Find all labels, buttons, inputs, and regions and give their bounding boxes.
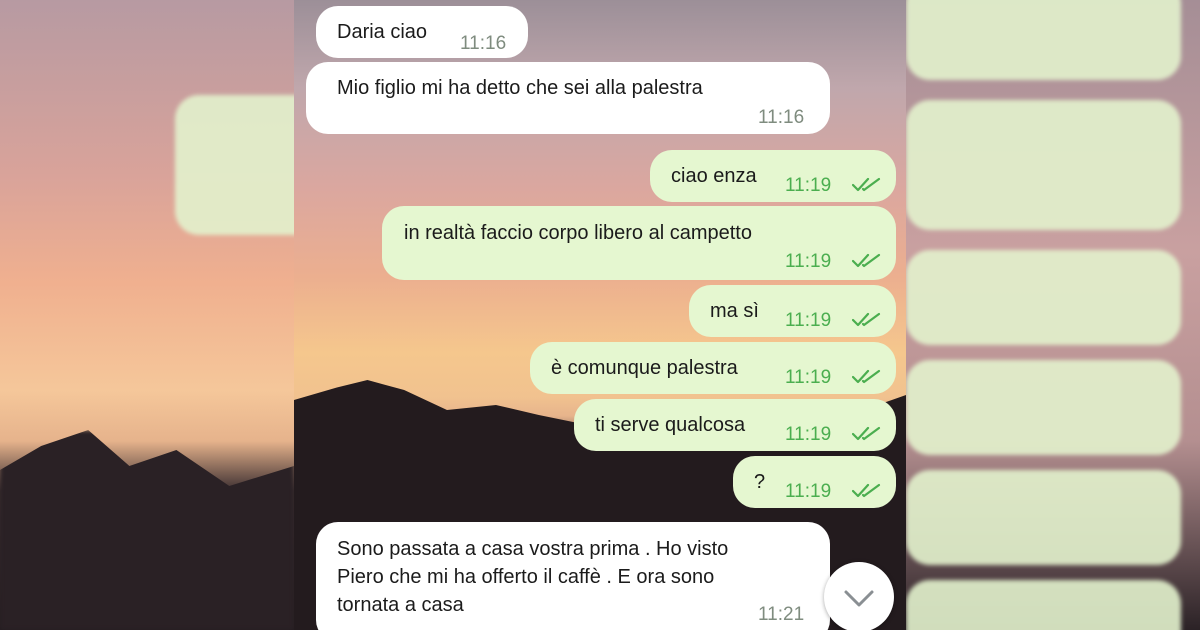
message-time: 11:19	[785, 251, 832, 272]
blurred-bubble	[906, 250, 1181, 345]
message-incoming[interactable]: Sono passata a casa vostra prima . Ho vi…	[316, 522, 830, 630]
blurred-bubble	[906, 0, 1181, 80]
blurred-background-left	[0, 0, 294, 630]
message-line: Piero che mi ha offerto il caffè . E ora…	[337, 566, 715, 588]
message-text: Daria ciao	[337, 21, 428, 43]
message-time: 11:19	[785, 424, 832, 445]
message-text: ma sì	[710, 300, 759, 322]
double-check-icon	[852, 177, 881, 192]
double-check-icon	[852, 312, 881, 327]
message-outgoing[interactable]: ? 11:19	[733, 456, 896, 508]
message-time: 11:19	[785, 481, 832, 502]
message-incoming[interactable]: Mio figlio mi ha detto che sei alla pale…	[306, 62, 830, 134]
message-time: 11:16	[460, 33, 507, 54]
chevron-down-icon	[844, 590, 874, 607]
message-text: Mio figlio mi ha detto che sei alla pale…	[337, 77, 703, 99]
message-outgoing[interactable]: ma sì 11:19	[689, 285, 896, 337]
scroll-down-button[interactable]	[824, 562, 894, 630]
message-time: 11:16	[758, 107, 805, 128]
message-line: Sono passata a casa vostra prima . Ho vi…	[337, 538, 729, 560]
chat-window[interactable]: Daria ciao 11:16 Mio figlio mi ha detto …	[294, 0, 906, 630]
message-text: ciao enza	[671, 165, 757, 187]
message-text: in realtà faccio corpo libero al campett…	[404, 222, 752, 244]
message-incoming[interactable]: Daria ciao 11:16	[316, 6, 528, 58]
double-check-icon	[852, 253, 881, 268]
message-line: tornata a casa	[337, 594, 464, 616]
message-outgoing[interactable]: è comunque palestra 11:19	[530, 342, 896, 394]
message-text: ?	[754, 471, 766, 493]
double-check-icon	[852, 426, 881, 441]
message-text: ti serve qualcosa	[595, 414, 746, 436]
double-check-icon	[852, 483, 881, 498]
blurred-bubble	[906, 100, 1181, 230]
message-time: 11:19	[785, 310, 832, 331]
message-outgoing[interactable]: in realtà faccio corpo libero al campett…	[382, 206, 896, 280]
blurred-bubble	[906, 360, 1181, 455]
message-text: Sono passata a casa vostra prima . Ho vi…	[337, 535, 728, 619]
double-check-icon	[852, 369, 881, 384]
blurred-background-right	[906, 0, 1200, 630]
message-outgoing[interactable]: ti serve qualcosa 11:19	[574, 399, 896, 451]
blurred-bubble	[906, 470, 1181, 565]
message-text: è comunque palestra	[551, 357, 738, 379]
message-outgoing[interactable]: ciao enza 11:19	[650, 150, 896, 202]
blurred-bubble	[175, 95, 294, 235]
message-time: 11:19	[785, 175, 832, 196]
blurred-mountain	[0, 430, 294, 630]
blurred-bubble	[906, 580, 1181, 630]
message-time: 11:21	[758, 604, 805, 625]
message-time: 11:19	[785, 367, 832, 388]
